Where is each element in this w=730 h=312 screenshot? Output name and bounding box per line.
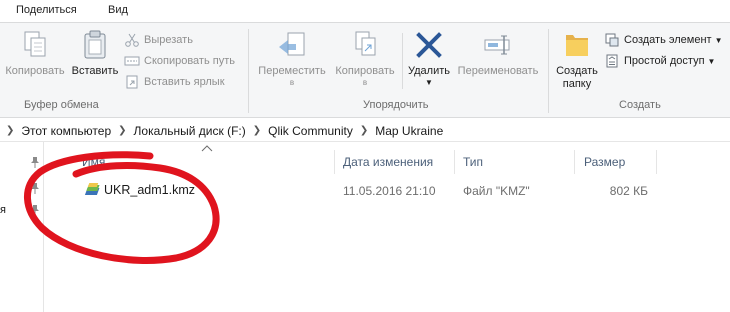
breadcrumb-item[interactable]: Этот компьютер	[21, 124, 111, 138]
copy-to-sub: в	[362, 78, 368, 87]
pin-icon[interactable]	[30, 182, 40, 194]
copy-path-label: Скопировать путь	[144, 55, 235, 67]
navigation-pane[interactable]: я	[0, 142, 44, 312]
new-item-label: Создать элемент	[624, 34, 712, 46]
tab-view[interactable]: Вид	[108, 4, 128, 16]
move-to-sub: в	[289, 78, 295, 87]
column-divider[interactable]	[656, 150, 657, 174]
breadcrumb-item[interactable]: Локальный диск (F:)	[134, 124, 246, 138]
easy-access-button[interactable]: Простой доступ ▼	[604, 52, 715, 70]
column-divider[interactable]	[334, 150, 335, 174]
paste-label: Вставить	[71, 65, 119, 77]
breadcrumb-item[interactable]: Map Ukraine	[375, 124, 443, 138]
delete-button[interactable]: Удалить ▼	[405, 29, 453, 87]
paste-shortcut-label: Вставить ярлык	[144, 76, 225, 88]
chevron-right-icon[interactable]: ❯	[360, 125, 368, 136]
nav-item-label[interactable]: я	[0, 204, 6, 216]
clipboard-icon	[84, 30, 106, 59]
move-to-button[interactable]: Переместить в	[256, 29, 328, 87]
new-group-label: Создать	[619, 99, 661, 111]
clipboard-group-label: Буфер обмена	[24, 99, 99, 111]
group-divider	[248, 29, 249, 113]
new-item-icon	[605, 33, 619, 47]
paste-shortcut-button[interactable]: Вставить ярлык	[124, 73, 225, 91]
button-divider	[402, 33, 403, 89]
move-to-label: Переместить	[258, 65, 326, 77]
rename-button[interactable]: Переименовать	[452, 29, 544, 78]
shortcut-icon	[126, 75, 138, 89]
copy-to-label: Копировать	[335, 65, 395, 77]
chevron-right-icon[interactable]: ❯	[118, 125, 126, 136]
new-folder-sub: папку	[562, 78, 592, 90]
delete-dropdown-arrow[interactable]: ▼	[405, 78, 453, 87]
new-folder-button[interactable]: Создать папку	[552, 29, 602, 91]
sort-ascending-icon	[201, 145, 213, 152]
new-item-button[interactable]: Создать элемент ▼	[604, 31, 722, 49]
delete-label: Удалить	[408, 65, 450, 77]
pin-icon[interactable]	[30, 204, 40, 216]
pin-icon[interactable]	[30, 156, 40, 168]
breadcrumb[interactable]: ❯ Этот компьютер ❯ Локальный диск (F:) ❯…	[0, 120, 730, 142]
breadcrumb-item[interactable]: Qlik Community	[268, 124, 353, 138]
column-divider[interactable]	[574, 150, 575, 174]
column-header-size[interactable]: Размер	[584, 155, 625, 169]
chevron-down-icon: ▼	[707, 56, 716, 66]
move-icon	[279, 32, 305, 56]
copy-path-button[interactable]: Скопировать путь	[124, 52, 235, 70]
rename-label: Переименовать	[457, 65, 539, 77]
file-size: 802 КБ	[609, 184, 648, 198]
column-header-date[interactable]: Дата изменения	[343, 155, 433, 169]
easy-access-label: Простой доступ	[624, 55, 705, 67]
file-name[interactable]: UKR_adm1.kmz	[104, 183, 195, 197]
scissors-icon	[125, 33, 139, 47]
organize-group-label: Упорядочить	[363, 99, 429, 111]
tab-share[interactable]: Поделиться	[16, 4, 77, 16]
copy-to-button[interactable]: Копировать в	[330, 29, 400, 87]
easy-access-icon	[606, 54, 618, 68]
file-date: 11.05.2016 21:10	[343, 184, 436, 198]
column-header-type[interactable]: Тип	[463, 155, 483, 169]
chevron-down-icon: ▼	[714, 35, 723, 45]
ribbon: Копировать Вставить Вырезать Скопировать…	[0, 22, 730, 118]
column-header-name[interactable]: Имя	[82, 155, 105, 169]
file-row[interactable]: UKR_adm1.kmz 11.05.2016 21:10 Файл "KMZ"…	[80, 178, 680, 200]
rename-icon	[484, 35, 510, 55]
kmz-file-icon	[84, 183, 100, 195]
ribbon-tabs: Поделиться Вид	[0, 0, 730, 22]
copy-to-icon	[355, 31, 376, 56]
chevron-right-icon[interactable]: ❯	[253, 125, 261, 136]
group-divider	[548, 29, 549, 113]
copy-icon	[24, 31, 46, 57]
new-folder-label: Создать	[556, 65, 598, 77]
folder-icon	[566, 35, 588, 56]
column-divider[interactable]	[454, 150, 455, 174]
copy-label: Копировать	[5, 65, 65, 77]
x-icon	[416, 32, 442, 58]
file-type: Файл "KMZ"	[463, 184, 530, 198]
cut-label: Вырезать	[144, 34, 193, 46]
cut-button[interactable]: Вырезать	[124, 31, 193, 49]
chevron-right-icon[interactable]: ❯	[6, 125, 14, 136]
paste-button[interactable]: Вставить	[70, 29, 120, 78]
path-icon	[124, 56, 140, 66]
copy-button[interactable]: Копировать	[2, 29, 68, 78]
